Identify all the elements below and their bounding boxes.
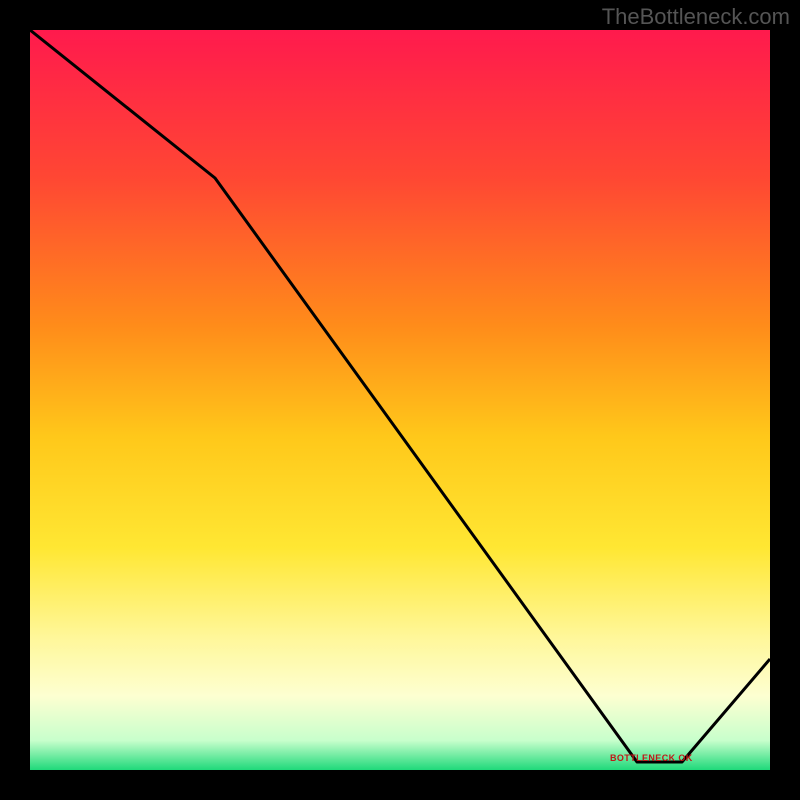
ok-region-label: BOTTLENECK OK — [610, 753, 693, 763]
watermark-text: TheBottleneck.com — [602, 4, 790, 30]
chart-plot-area: BOTTLENECK OK — [30, 30, 770, 770]
chart-line — [30, 30, 770, 770]
